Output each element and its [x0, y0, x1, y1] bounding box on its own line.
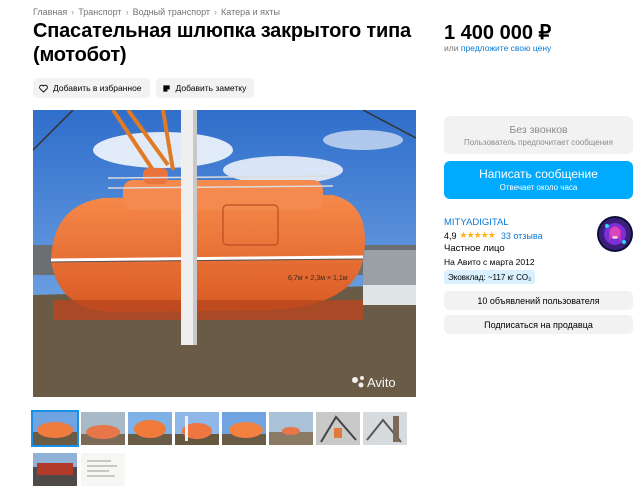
seller-avatar[interactable]: [597, 216, 633, 252]
write-message-title: Написать сообщение: [479, 167, 598, 181]
thumbnail-8[interactable]: [363, 412, 407, 445]
chevron-right-icon: ›: [125, 7, 129, 17]
add-to-favorites-button[interactable]: Добавить в избранное: [33, 78, 150, 98]
listing-actions: Добавить в избранное Добавить заметку: [33, 78, 255, 98]
heart-icon: [39, 84, 48, 93]
price-offer: или предложите свою цену: [444, 43, 551, 53]
add-note-button[interactable]: Добавить заметку: [155, 78, 255, 98]
thumbnail-4[interactable]: [175, 412, 219, 445]
chevron-right-icon: ›: [214, 7, 218, 17]
seller-name-link[interactable]: MITYADIGITAL: [444, 217, 509, 228]
seller-rating: 4,9 ★★★★★ 33 отзыва: [444, 230, 543, 241]
price-or-label: или: [444, 43, 459, 53]
no-calls-title: Без звонков: [509, 124, 568, 136]
thumbnail-2[interactable]: [81, 412, 125, 445]
subscribe-seller-button[interactable]: Подписаться на продавца: [444, 315, 633, 334]
breadcrumb: Главная › Транспорт › Водный транспорт › Катер…: [33, 7, 280, 17]
star-rating-icon: ★★★★★: [459, 230, 496, 240]
rating-value: 4,9: [444, 230, 457, 241]
thumbnail-7[interactable]: [316, 412, 360, 445]
add-to-favorites-label: Добавить в избранное: [53, 83, 142, 93]
main-photo[interactable]: 6,7м × 2,3м × 1,1м Avito: [33, 110, 416, 397]
seller-since: На Авито с марта 2012: [444, 257, 535, 267]
chevron-right-icon: ›: [71, 7, 75, 17]
breadcrumb-transport[interactable]: Транспорт: [78, 7, 121, 17]
thumbnail-9[interactable]: [33, 453, 77, 486]
breadcrumb-boats[interactable]: Катера и яхты: [221, 7, 280, 17]
no-calls-button[interactable]: Без звонков Пользователь предпочитает со…: [444, 116, 633, 154]
breadcrumb-home[interactable]: Главная: [33, 7, 67, 17]
thumbnail-3[interactable]: [128, 412, 172, 445]
photo-watermark: Avito: [367, 375, 396, 390]
thumbnail-6[interactable]: [269, 412, 313, 445]
eco-contribution-badge[interactable]: Эковклад: ~117 кг CO₂: [444, 270, 536, 284]
thumbnail-5[interactable]: [222, 412, 266, 445]
write-message-subtitle: Отвечает около часа: [499, 183, 578, 192]
thumbnail-10[interactable]: [81, 453, 125, 486]
add-note-label: Добавить заметку: [175, 83, 247, 93]
reviews-link[interactable]: 33 отзыва: [501, 231, 543, 241]
seller-type: Частное лицо: [444, 243, 505, 254]
note-icon: [162, 84, 170, 92]
price: 1 400 000 ₽: [444, 22, 552, 44]
page-title: Спасательная шлюпка закрытого типа (мото…: [33, 20, 411, 66]
hull-dimensions-text: 6,7м × 2,3м × 1,1м: [288, 275, 348, 282]
no-calls-subtitle: Пользователь предпочитает сообщения: [464, 138, 613, 147]
offer-price-link[interactable]: предложите свою цену: [461, 43, 551, 53]
write-message-button[interactable]: Написать сообщение Отвечает около часа: [444, 161, 633, 199]
thumbnail-1[interactable]: [31, 410, 79, 447]
user-listings-button[interactable]: 10 объявлений пользователя: [444, 291, 633, 310]
breadcrumb-water-transport[interactable]: Водный транспорт: [133, 7, 210, 17]
